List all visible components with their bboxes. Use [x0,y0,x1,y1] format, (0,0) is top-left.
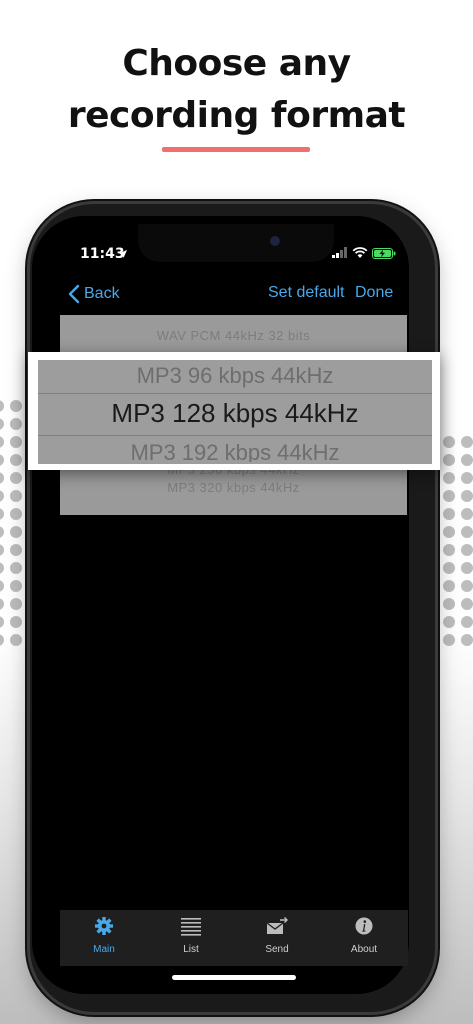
phone-notch [138,224,334,262]
camera-icon [270,236,280,246]
signal-icon [332,247,347,258]
tab-list-label: List [183,944,199,955]
headline-underline [162,147,310,152]
set-default-button[interactable]: Set default [268,284,345,302]
headline: Choose any recording format [0,38,473,142]
dots-decoration-right [443,436,473,652]
zoom-picker-prev-item[interactable]: MP3 96 kbps 44kHz [38,363,432,389]
back-button[interactable]: Back [68,284,120,304]
battery-charging-icon [372,248,396,259]
info-icon [355,917,373,935]
headline-line-1: Choose any [122,43,351,84]
wifi-icon [352,247,368,258]
send-mail-icon [266,917,288,934]
picker-item[interactable]: MP3 320 kbps 44kHz [60,480,407,495]
zoom-picker-next-item[interactable]: MP3 192 kbps 44kHz [38,440,432,462]
list-icon [181,918,201,936]
tab-list[interactable]: List [156,916,226,955]
zoom-picker-selected-item[interactable]: MP3 128 kbps 44kHz [38,398,432,429]
tab-about-label: About [350,944,378,955]
back-label: Back [84,285,120,302]
headline-line-2: recording format [67,95,406,136]
chevron-left-icon [68,284,80,304]
gear-icon [95,917,113,935]
tab-main-label: Main [93,944,115,955]
done-button[interactable]: Done [355,284,393,302]
picker-divider-top [38,393,432,394]
tab-about[interactable]: About [329,916,399,955]
tab-main[interactable]: Main [69,916,139,955]
picker-item[interactable]: WAV PCM 44kHz 32 bits [60,328,407,343]
location-arrow-icon [119,250,127,258]
picker-divider-bottom [38,435,432,436]
home-indicator[interactable] [172,975,296,980]
tab-send[interactable]: Send [242,916,312,955]
tab-send-label: Send [265,944,289,955]
